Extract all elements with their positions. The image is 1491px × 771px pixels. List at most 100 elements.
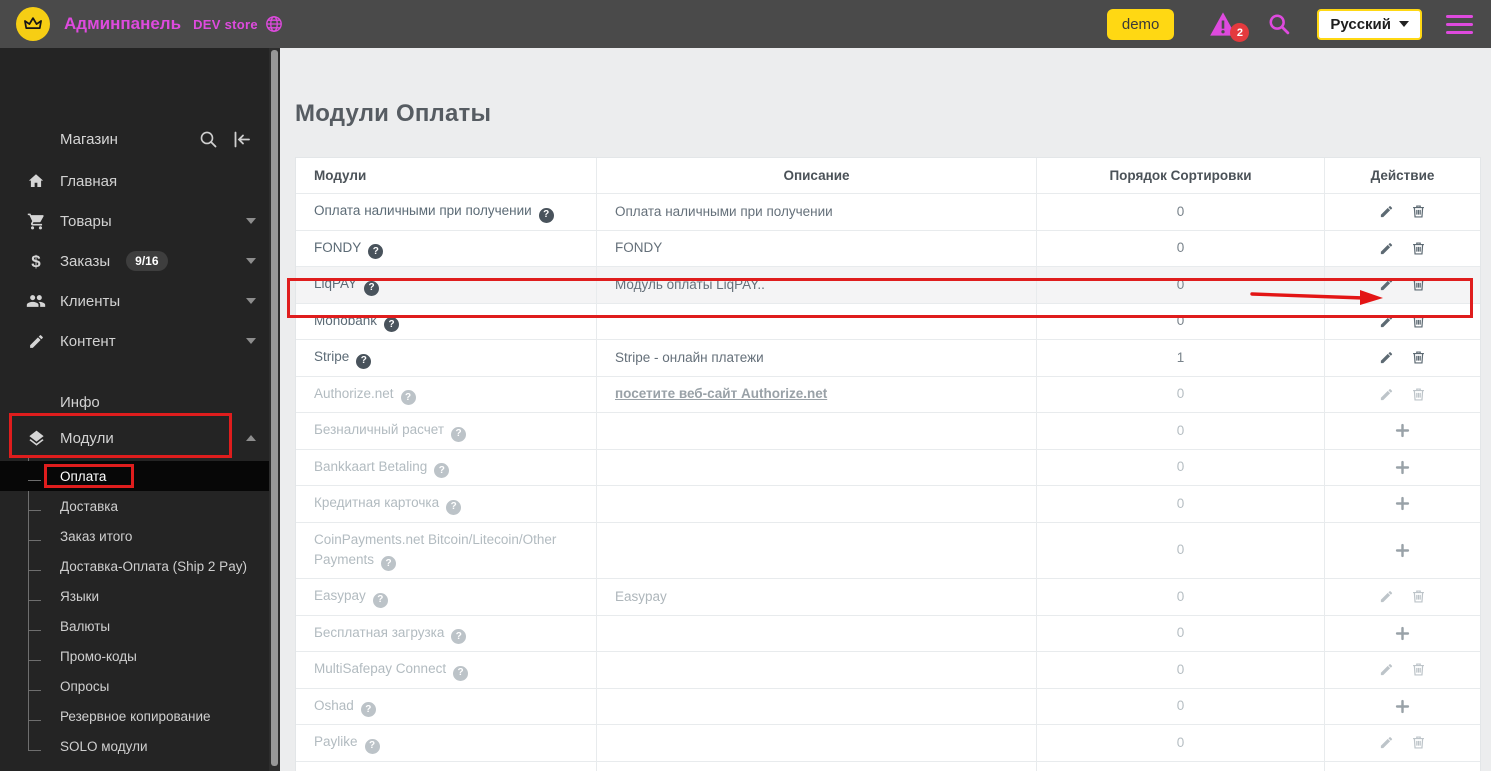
col-header-sort-order: Порядок Сортировки xyxy=(1037,158,1325,193)
description-cell: Easypay xyxy=(597,579,1037,615)
help-icon[interactable]: ? xyxy=(372,592,388,608)
help-icon[interactable]: ? xyxy=(451,426,467,442)
edit-icon[interactable] xyxy=(1379,735,1394,750)
sidebar-item-customers[interactable]: Клиенты xyxy=(0,281,280,321)
col-header-modules: Модули xyxy=(296,158,597,193)
help-icon[interactable]: ? xyxy=(381,556,397,571)
help-icon[interactable]: ? xyxy=(364,738,380,754)
description-cell xyxy=(597,652,1037,688)
globe-icon[interactable] xyxy=(265,15,283,33)
help-icon[interactable]: ? xyxy=(451,629,467,644)
table-row: Кредитная карточка? 0 xyxy=(296,486,1480,523)
sidebar-search-icon[interactable] xyxy=(199,130,218,149)
action-cell xyxy=(1325,689,1480,725)
delete-icon[interactable] xyxy=(1411,277,1426,292)
delete-icon[interactable] xyxy=(1411,589,1426,604)
delete-icon[interactable] xyxy=(1411,314,1426,329)
chevron-down-icon xyxy=(246,258,256,264)
table-row: Oshad? 0 xyxy=(296,688,1480,725)
sidebar-subitem-payment[interactable]: Оплата xyxy=(0,461,269,491)
edit-icon[interactable] xyxy=(1379,350,1394,365)
delete-icon[interactable] xyxy=(1411,204,1426,219)
tree-tick xyxy=(28,630,41,631)
sidebar-subitem-order-total[interactable]: Заказ итого xyxy=(0,521,269,551)
module-cell: LiqPAY? xyxy=(296,267,597,303)
table-row: MultiSafepay Connect? 0 xyxy=(296,652,1480,689)
install-icon[interactable] xyxy=(1395,423,1410,438)
app-title: Админпанель xyxy=(64,14,182,33)
sidebar-item-info[interactable]: Инфо xyxy=(0,384,280,420)
help-icon[interactable]: ? xyxy=(446,499,462,515)
edit-icon[interactable] xyxy=(1379,589,1394,604)
sidebar-item-modules[interactable]: Модули xyxy=(0,420,280,456)
store-link[interactable]: DEV store xyxy=(193,17,258,32)
module-name: Безналичный расчет xyxy=(314,422,445,437)
edit-icon[interactable] xyxy=(1379,204,1394,219)
help-icon[interactable]: ? xyxy=(364,280,380,296)
sidebar-item-content[interactable]: Контент xyxy=(0,321,280,361)
delete-icon[interactable] xyxy=(1411,735,1426,750)
install-icon[interactable] xyxy=(1395,543,1410,558)
sidebar-subitem-promo-codes[interactable]: Промо-коды xyxy=(0,641,269,671)
app-logo[interactable] xyxy=(16,7,50,41)
edit-icon[interactable] xyxy=(1379,241,1394,256)
module-cell: Stripe? xyxy=(296,340,597,376)
help-icon[interactable]: ? xyxy=(356,353,372,369)
description-cell: FONDY xyxy=(597,230,1037,266)
delete-icon[interactable] xyxy=(1411,662,1426,677)
sidebar-subitem-label: Оплата xyxy=(60,468,107,484)
description-link[interactable]: посетите веб-сайт Authorize.net xyxy=(615,384,827,404)
header-search-button[interactable] xyxy=(1268,13,1291,36)
demo-button[interactable]: demo xyxy=(1106,8,1175,40)
sidebar-subitem-currencies[interactable]: Валюты xyxy=(0,611,269,641)
help-icon[interactable]: ? xyxy=(384,317,400,332)
help-icon[interactable]: ? xyxy=(368,244,384,259)
module-name: Stripe xyxy=(314,349,350,364)
sidebar-subitem-solo-modules[interactable]: SOLO модули xyxy=(0,731,269,761)
edit-icon[interactable] xyxy=(1379,662,1394,677)
header-actions: demo 2 Русский xyxy=(1106,8,1473,42)
store-label: Магазин xyxy=(60,130,118,148)
tree-tick xyxy=(28,480,41,481)
delete-icon[interactable] xyxy=(1411,387,1426,402)
edit-icon[interactable] xyxy=(1379,277,1394,292)
table-row: Stripe? Stripe - онлайн платежи 1 xyxy=(296,340,1480,377)
module-name: Oshad xyxy=(314,697,354,713)
language-selector[interactable]: Русский xyxy=(1317,8,1422,40)
edit-icon[interactable] xyxy=(1379,387,1394,402)
install-icon[interactable] xyxy=(1395,496,1410,511)
sidebar-item-label: Главная xyxy=(60,172,118,190)
help-icon[interactable]: ? xyxy=(400,390,416,405)
help-icon[interactable]: ? xyxy=(434,463,450,478)
help-icon[interactable]: ? xyxy=(360,702,376,717)
sidebar-subitem-languages[interactable]: Языки xyxy=(0,581,269,611)
sidebar-item-home[interactable]: Главная xyxy=(0,161,280,201)
sidebar-item-orders[interactable]: $ Заказы 9/16 xyxy=(0,241,280,281)
module-name: Paylike xyxy=(314,734,358,749)
description-cell: Модуль оплаты LiqPAY.. xyxy=(597,267,1037,303)
install-icon[interactable] xyxy=(1395,460,1410,475)
sidebar-subitem-shipping[interactable]: Доставка xyxy=(0,491,269,521)
sort-order-cell: 0 xyxy=(1037,725,1325,761)
install-icon[interactable] xyxy=(1395,626,1410,641)
sidebar-subitem-ship-2-pay[interactable]: Доставка-Оплата (Ship 2 Pay) xyxy=(0,551,269,581)
sidebar-collapse-icon[interactable] xyxy=(232,130,252,149)
sort-order-cell: 0 xyxy=(1037,267,1325,303)
tree-tick xyxy=(28,540,41,541)
install-icon[interactable] xyxy=(1395,699,1410,714)
sidebar-subitem-surveys[interactable]: Опросы xyxy=(0,671,269,701)
sidebar-scrollbar-thumb[interactable] xyxy=(271,50,278,766)
delete-icon[interactable] xyxy=(1411,241,1426,256)
sidebar-scrollbar[interactable] xyxy=(269,48,280,771)
edit-icon[interactable] xyxy=(1379,314,1394,329)
notifications-button[interactable]: 2 xyxy=(1208,9,1250,42)
delete-icon[interactable] xyxy=(1411,350,1426,365)
payment-modules-table: Модули Описание Порядок Сортировки Действие… xyxy=(295,157,1481,771)
help-icon[interactable]: ? xyxy=(453,665,469,681)
help-icon[interactable]: ? xyxy=(538,207,554,223)
sidebar-item-products[interactable]: Товары xyxy=(0,201,280,241)
menu-icon[interactable] xyxy=(1446,14,1473,34)
sidebar-subitem-backup[interactable]: Резервное копирование xyxy=(0,701,269,731)
description-cell: Stripe - онлайн платежи xyxy=(597,340,1037,376)
sort-order-cell: 0 xyxy=(1037,230,1325,266)
